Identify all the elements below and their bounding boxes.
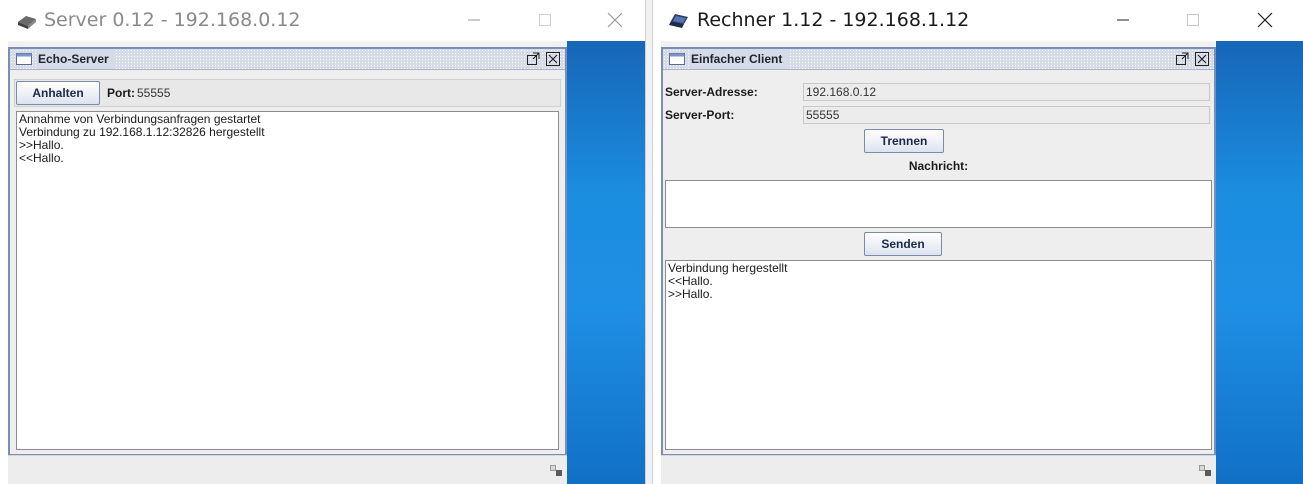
echo-server-frame: Echo-Server Anhalten Port: 55555 Annahme… xyxy=(8,47,567,456)
client-window: Rechner 1.12 - 192.168.1.12 Einfacher Cl… xyxy=(653,0,1303,484)
log-line: Verbindung zu 192.168.1.12:32826 hergest… xyxy=(19,125,265,139)
server-window-title: Server 0.12 - 192.168.0.12 xyxy=(44,9,301,31)
minimize-button[interactable] xyxy=(1100,0,1146,40)
close-icon[interactable] xyxy=(1194,51,1210,67)
server-port-field[interactable]: 55555 xyxy=(803,106,1210,124)
close-button[interactable] xyxy=(592,0,638,40)
window-divider xyxy=(645,0,653,484)
server-address-label: Server-Adresse: xyxy=(665,85,758,99)
server-log-area[interactable]: Annahme von Verbindungsanfragen gestarte… xyxy=(16,111,559,450)
log-line: <<Hallo. xyxy=(19,151,64,165)
maximize-icon xyxy=(539,14,551,26)
close-icon xyxy=(607,12,623,28)
laptop-icon xyxy=(669,14,688,28)
detach-icon[interactable] xyxy=(525,51,541,67)
desktop-background xyxy=(1216,41,1303,484)
simple-client-frame-titlebar[interactable]: Einfacher Client xyxy=(663,49,1214,70)
simple-client-frame: Einfacher Client Server-Adresse: 192.168… xyxy=(661,47,1216,456)
server-icon xyxy=(18,16,36,29)
detach-icon[interactable] xyxy=(1174,51,1190,67)
maximize-button[interactable] xyxy=(522,0,568,40)
server-address-field[interactable]: 192.168.0.12 xyxy=(803,83,1210,101)
log-line: <<Hallo. xyxy=(668,274,713,288)
close-button[interactable] xyxy=(1242,0,1288,40)
log-line: >>Hallo. xyxy=(668,287,713,301)
client-window-title: Rechner 1.12 - 192.168.1.12 xyxy=(697,9,970,31)
close-icon xyxy=(1257,12,1273,28)
server-window: Server 0.12 - 192.168.0.12 Echo-Server A… xyxy=(0,0,645,484)
log-line: >>Hallo. xyxy=(19,138,64,152)
server-titlebar[interactable]: Server 0.12 - 192.168.0.12 xyxy=(0,0,645,40)
minimize-icon xyxy=(468,19,480,21)
server-status-strip xyxy=(8,455,567,484)
disconnect-button[interactable]: Trennen xyxy=(864,129,944,153)
resize-grip-icon[interactable] xyxy=(1198,464,1214,480)
simple-client-frame-title: Einfacher Client xyxy=(691,49,789,69)
maximize-button[interactable] xyxy=(1170,0,1216,40)
echo-server-frame-title: Echo-Server xyxy=(38,49,115,69)
client-desktop-pane: Einfacher Client Server-Adresse: 192.168… xyxy=(661,41,1216,484)
echo-server-frame-titlebar[interactable]: Echo-Server xyxy=(10,49,565,70)
desktop-background xyxy=(567,41,645,484)
resize-grip-icon[interactable] xyxy=(549,464,565,480)
maximize-icon xyxy=(1187,14,1199,26)
port-value[interactable]: 55555 xyxy=(137,84,170,102)
window-icon xyxy=(16,53,32,65)
window-icon xyxy=(669,53,685,65)
minimize-button[interactable] xyxy=(451,0,497,40)
message-input[interactable] xyxy=(665,180,1212,228)
log-line: Verbindung hergestellt xyxy=(668,261,788,275)
client-log-area[interactable]: Verbindung hergestellt <<Hallo. >>Hallo. xyxy=(665,260,1212,450)
client-titlebar[interactable]: Rechner 1.12 - 192.168.1.12 xyxy=(653,0,1303,40)
close-icon[interactable] xyxy=(545,51,561,67)
server-port-label: Server-Port: xyxy=(665,108,735,122)
server-desktop-pane: Echo-Server Anhalten Port: 55555 Annahme… xyxy=(8,41,567,484)
client-status-strip xyxy=(661,455,1216,484)
minimize-icon xyxy=(1117,19,1129,21)
message-label: Nachricht: xyxy=(908,159,969,173)
port-label: Port: xyxy=(107,86,135,100)
stop-button[interactable]: Anhalten xyxy=(16,81,100,105)
send-button[interactable]: Senden xyxy=(864,232,942,256)
